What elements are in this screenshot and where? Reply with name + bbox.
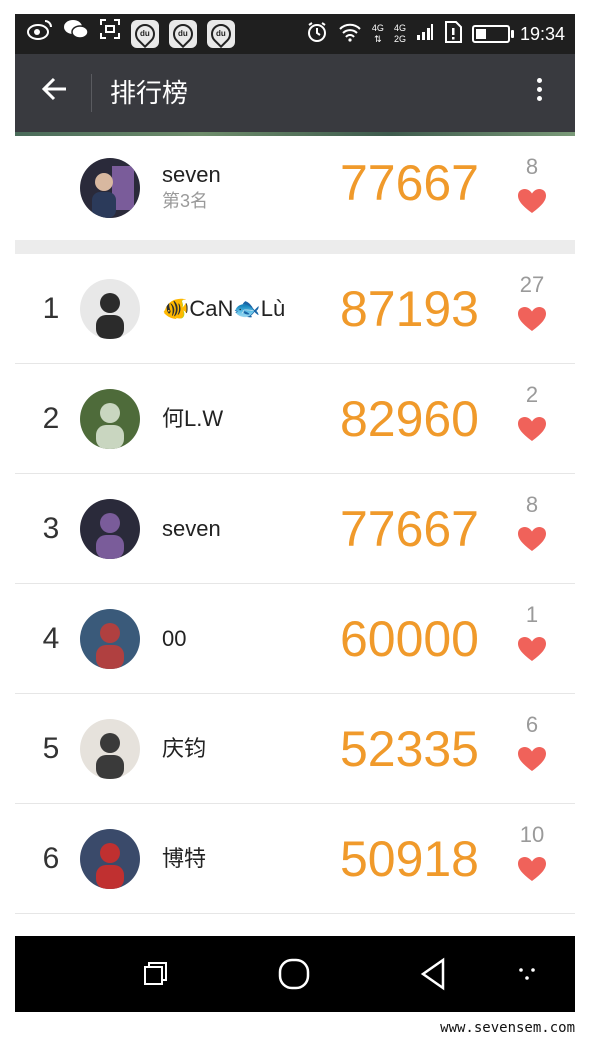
my-rank-text: 第3名 xyxy=(162,191,209,211)
rank-number: 4 xyxy=(42,622,60,655)
dots-icon xyxy=(519,968,535,980)
score: 60000 xyxy=(339,611,479,667)
avatar xyxy=(80,279,140,339)
my-ranking-row[interactable]: seven 第3名 77667 8 xyxy=(15,136,575,240)
heart-icon xyxy=(507,188,557,219)
notification-dots-button[interactable] xyxy=(513,954,553,994)
my-name: seven xyxy=(162,162,221,187)
like-button[interactable]: 6 xyxy=(507,712,557,777)
heart-icon xyxy=(507,416,557,447)
heart-icon xyxy=(507,746,557,777)
user-name: 🐠CaN🐟Lù xyxy=(162,296,286,321)
system-nav-bar xyxy=(15,936,575,1012)
like-button[interactable]: 2 xyxy=(507,382,557,447)
avatar xyxy=(80,499,140,559)
leaderboard-content[interactable]: seven 第3名 77667 8 1 🐠CaN🐟Lù 87193 27 2 何L.W 82… xyxy=(15,136,575,936)
like-count: 8 xyxy=(525,154,539,179)
score: 87193 xyxy=(339,281,479,337)
score: 82960 xyxy=(339,391,479,447)
avatar xyxy=(80,158,140,218)
my-like-button[interactable]: 8 xyxy=(507,154,557,219)
more-menu-button[interactable] xyxy=(527,76,551,112)
du-icon: du xyxy=(130,19,160,49)
like-count: 2 xyxy=(525,382,539,407)
rank-number: 1 xyxy=(42,292,60,325)
recent-apps-icon xyxy=(144,962,167,985)
battery-icon xyxy=(471,25,514,43)
score: 50918 xyxy=(339,831,479,887)
like-count: 6 xyxy=(525,712,539,737)
score: 52335 xyxy=(339,721,479,777)
user-name: 何L.W xyxy=(162,406,224,431)
heart-icon xyxy=(507,526,557,557)
score: 77667 xyxy=(339,501,479,557)
list-item[interactable]: 4 00 60000 1 xyxy=(15,584,575,694)
triangle-back-icon xyxy=(420,957,445,991)
ranking-list: 1 🐠CaN🐟Lù 87193 27 2 何L.W 82960 2 3 seven 77667 8 4 0… xyxy=(15,254,575,914)
network-type: 4G ⇅ xyxy=(371,23,384,44)
app-bar: 排行榜 xyxy=(15,54,575,132)
avatar xyxy=(80,719,140,779)
back-nav-button[interactable] xyxy=(413,954,453,994)
list-item[interactable]: 6 博特 50918 10 xyxy=(15,804,575,914)
home-icon xyxy=(278,958,310,990)
list-item[interactable]: 1 🐠CaN🐟Lù 87193 27 xyxy=(15,254,575,364)
weibo-icon xyxy=(27,18,53,50)
network-type-2: 4G 2G xyxy=(393,23,406,44)
du-icon: du xyxy=(206,19,236,49)
like-count: 8 xyxy=(525,492,539,517)
like-button[interactable]: 27 xyxy=(507,272,557,337)
home-button[interactable] xyxy=(274,954,314,994)
avatar xyxy=(80,829,140,889)
alarm-icon xyxy=(306,21,328,48)
sim-alert-icon xyxy=(444,20,462,48)
avatar xyxy=(80,609,140,669)
signal-icon xyxy=(416,23,434,46)
app-bar-divider xyxy=(91,74,92,112)
list-item[interactable]: 2 何L.W 82960 2 xyxy=(15,364,575,474)
user-name: 庆钧 xyxy=(162,736,207,761)
user-name: 00 xyxy=(162,626,187,651)
user-name: 博特 xyxy=(162,846,207,871)
scan-icon xyxy=(99,18,121,50)
like-button[interactable]: 1 xyxy=(507,602,557,667)
rank-number: 2 xyxy=(42,402,60,435)
watermark: www.sevensem.com xyxy=(440,1020,575,1036)
my-score: 77667 xyxy=(339,155,479,211)
wifi-icon xyxy=(338,22,362,47)
phone-screen: du du du 4G ⇅ 4G 2G 19:34 排行榜 seven 第3名 … xyxy=(15,14,575,1012)
rank-number: 6 xyxy=(42,842,60,875)
heart-icon xyxy=(507,856,557,887)
like-button[interactable]: 8 xyxy=(507,492,557,557)
like-button[interactable]: 10 xyxy=(507,822,557,887)
page-title: 排行榜 xyxy=(110,78,189,108)
recent-apps-button[interactable] xyxy=(135,954,175,994)
du-icon: du xyxy=(168,19,198,49)
arrow-left-icon xyxy=(41,77,66,101)
like-count: 10 xyxy=(519,822,545,847)
status-time: 19:34 xyxy=(519,23,565,44)
avatar xyxy=(80,389,140,449)
section-gap xyxy=(15,240,575,254)
rank-number: 3 xyxy=(42,512,60,545)
rank-number: 5 xyxy=(42,732,60,765)
status-bar: du du du 4G ⇅ 4G 2G 19:34 xyxy=(15,14,575,54)
heart-icon xyxy=(507,306,557,337)
list-item[interactable]: 5 庆钧 52335 6 xyxy=(15,694,575,804)
like-count: 27 xyxy=(519,272,545,297)
wechat-icon xyxy=(63,18,89,50)
user-name: seven xyxy=(162,516,221,541)
list-item[interactable]: 3 seven 77667 8 xyxy=(15,474,575,584)
like-count: 1 xyxy=(525,602,539,627)
back-button[interactable] xyxy=(35,74,75,110)
heart-icon xyxy=(507,636,557,667)
